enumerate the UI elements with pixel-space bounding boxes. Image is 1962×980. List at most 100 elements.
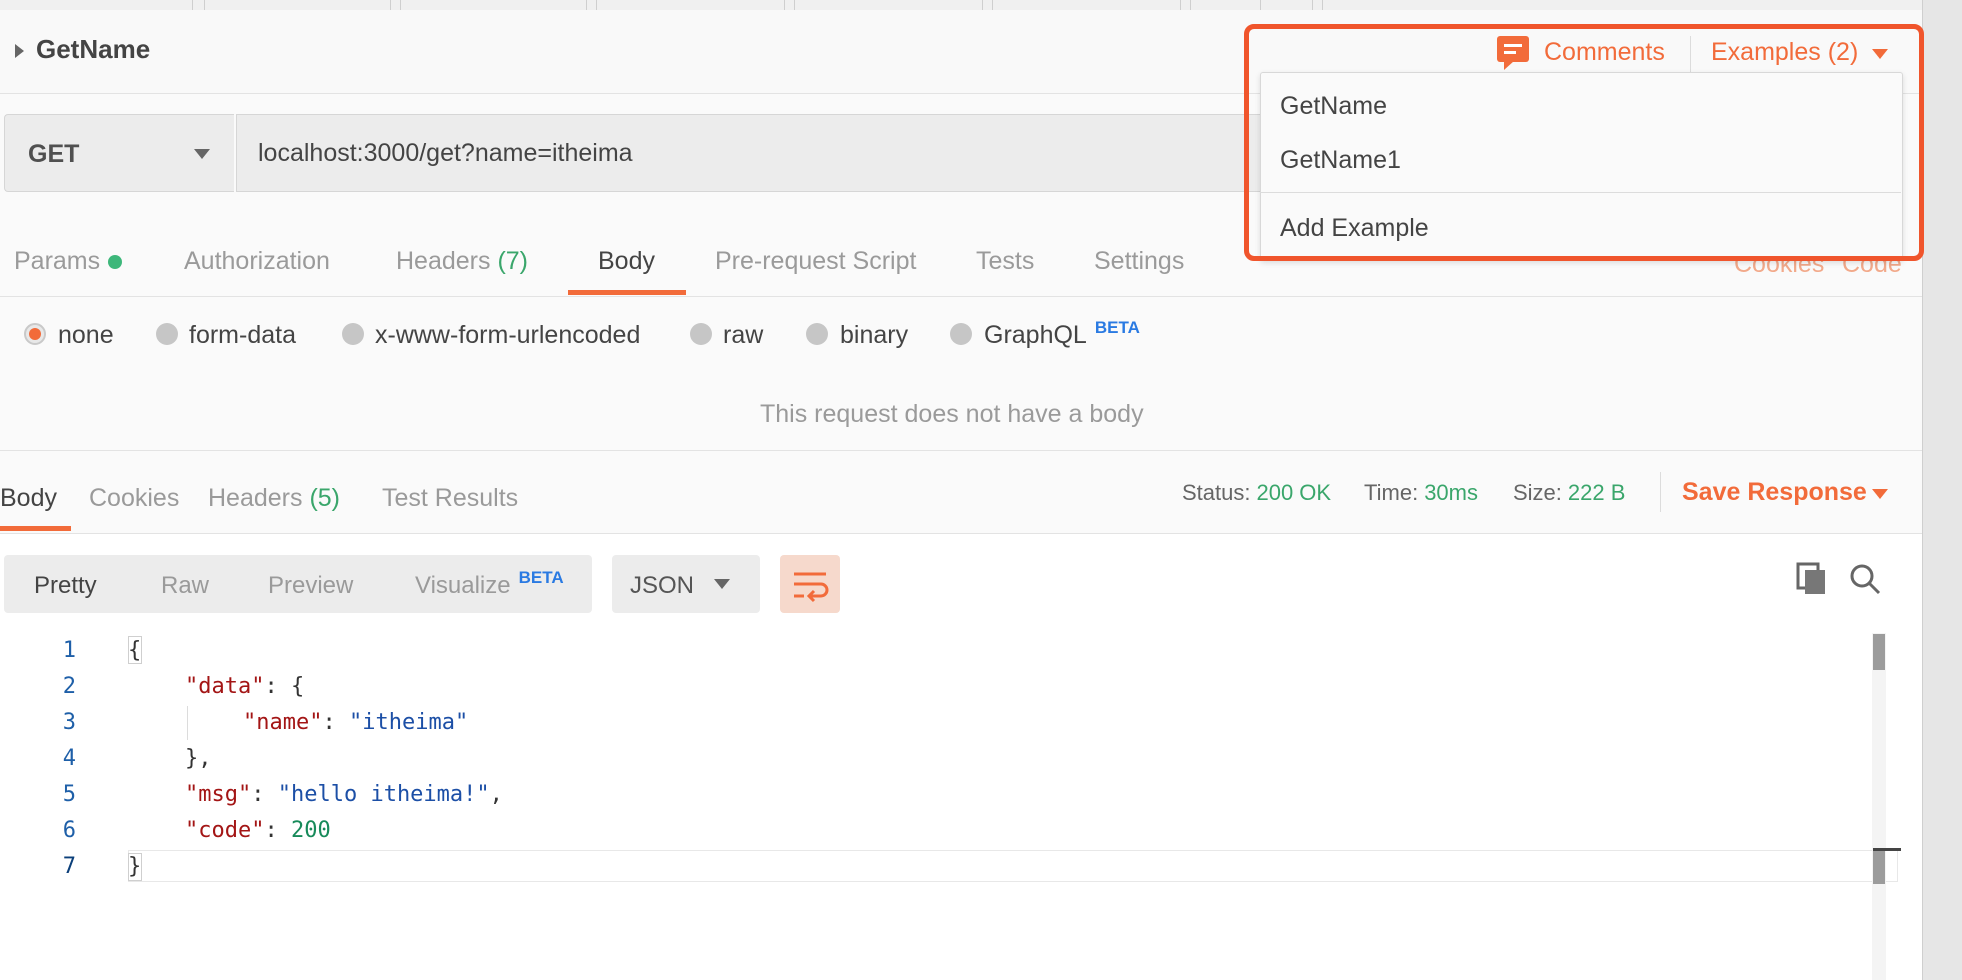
empty-body-message: This request does not have a body [760,400,1144,428]
radio-none[interactable] [24,323,46,345]
line-number: 6 [62,818,76,843]
tab-separator [204,0,205,10]
tab-params[interactable]: Params [14,247,123,276]
status-meta: Status: 200 OK [1182,480,1331,506]
tab-separator [1180,0,1181,10]
json-punct: : [251,782,278,807]
tab-separator [982,0,983,10]
chevron-down-icon[interactable] [714,579,730,589]
tab-tests[interactable]: Tests [976,247,1034,276]
radio-label-urlencoded[interactable]: x-www-form-urlencoded [375,321,640,350]
time-key: Time: [1364,480,1419,505]
chevron-down-icon[interactable] [1872,489,1888,499]
response-tab-headers[interactable]: Headers (5) [208,484,340,513]
copy-icon[interactable] [1796,562,1830,603]
json-key: "msg" [185,782,252,807]
radio-label-graphql[interactable]: GraphQL BETA [984,318,1140,350]
divider [1660,472,1661,512]
cursor-marker [1873,848,1901,851]
highlight-box [1244,24,1924,261]
code-line: { [128,638,142,663]
radio-raw[interactable] [690,323,712,345]
json-key: "data" [185,674,265,699]
code-line: "msg": "hello itheima!", [185,782,503,807]
radio-binary[interactable] [806,323,828,345]
status-key: Status: [1182,480,1251,505]
radio-urlencoded[interactable] [342,323,364,345]
line-number: 7 [62,854,76,879]
line-number: 2 [62,674,76,699]
radio-form-data[interactable] [156,323,178,345]
active-tab-indicator [568,290,686,295]
json-key: "code" [185,818,265,843]
wrap-lines-icon [794,572,829,603]
editor-scrollbar[interactable] [1872,633,1886,980]
response-tab-cookies[interactable]: Cookies [89,484,179,513]
code-line: "data": { [185,674,304,699]
response-tab-body[interactable]: Body [0,484,57,513]
line-number: 4 [62,746,76,771]
radio-label-binary[interactable]: binary [840,321,908,350]
code-line: "code": 200 [185,818,331,843]
tab-separator [400,0,401,10]
radio-label-raw[interactable]: raw [723,321,763,350]
json-key: "name" [243,710,323,735]
status-value: 200 OK [1256,480,1332,505]
time-value: 30ms [1424,480,1478,505]
beta-badge: BETA [518,568,564,587]
request-name[interactable]: GetName [36,34,150,65]
view-visualize-button[interactable]: Visualize BETA [415,568,564,600]
tab-separator [794,0,795,10]
headers-count: (7) [497,247,529,275]
code-line: "name": "itheima" [243,710,468,735]
beta-badge: BETA [1094,318,1140,337]
active-line-highlight [128,850,1898,882]
line-number: 5 [62,782,76,807]
view-pretty-button[interactable]: Pretty [34,572,97,600]
scrollbar-thumb[interactable] [1873,634,1885,670]
active-tab-indicator [0,526,71,531]
tab-separator [1312,0,1313,10]
indent-guide [187,706,188,740]
view-preview-button[interactable]: Preview [268,572,353,600]
chevron-down-icon[interactable] [194,149,210,159]
line-number: 3 [62,710,76,735]
tab-authorization[interactable]: Authorization [184,247,330,276]
tab-separator [596,0,597,10]
json-punct: : [322,710,349,735]
radio-label-none[interactable]: none [58,321,114,350]
scrollbar-marker [1873,850,1885,884]
radio-label-form-data[interactable]: form-data [189,321,296,350]
tab-label: Headers [208,484,303,512]
json-string: "hello itheima!" [277,782,490,807]
wrap-lines-button[interactable] [780,555,840,613]
radio-graphql[interactable] [950,323,972,345]
json-punct: : [264,818,291,843]
tab-separator [1322,0,1323,10]
time-meta: Time: 30ms [1364,480,1478,506]
window-edge [1922,0,1962,980]
json-string: "itheima" [348,710,469,735]
tab-separator [784,0,785,10]
tab-separator [586,0,587,10]
search-icon[interactable] [1848,562,1882,601]
caret-right-icon[interactable] [15,44,24,58]
tab-separator [390,0,391,10]
tab-label: Headers [396,247,491,275]
method-label: GET [28,140,80,168]
json-number: 200 [290,818,331,843]
url-text: localhost:3000/get?name=itheima [258,139,633,167]
size-meta: Size: 222 B [1513,480,1625,506]
response-tab-test-results[interactable]: Test Results [382,484,518,513]
tab-prerequest-script[interactable]: Pre-request Script [715,247,916,276]
tab-body[interactable]: Body [598,247,655,276]
tab-separator [1190,0,1191,10]
view-raw-button[interactable]: Raw [161,572,209,600]
tab-headers[interactable]: Headers (7) [396,247,528,276]
tab-settings[interactable]: Settings [1094,247,1184,276]
save-response-button[interactable]: Save Response [1682,478,1867,507]
tab-label: Params [14,247,101,275]
headers-count: (5) [309,484,341,512]
visualize-label: Visualize [415,572,511,599]
json-punct: : { [264,674,305,699]
